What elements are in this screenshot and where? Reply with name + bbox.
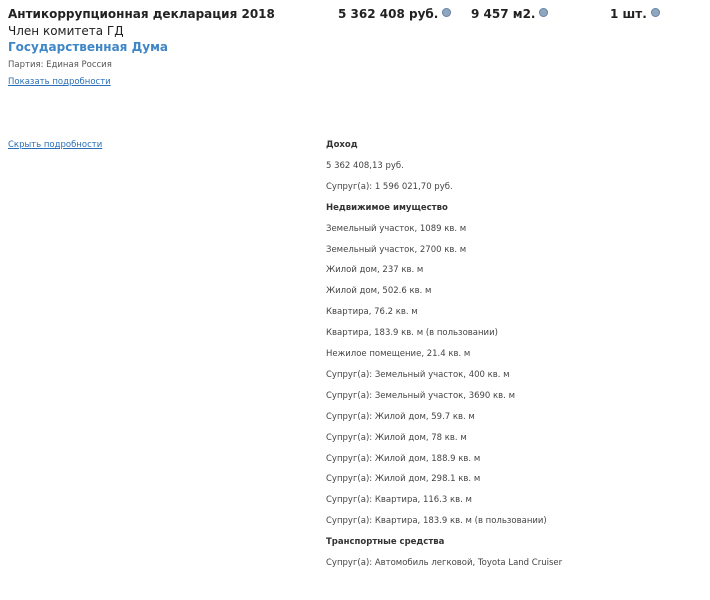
- area-value: 9 457 м2.: [471, 7, 536, 21]
- declaration-title: Антикоррупционная декларация 2018: [8, 7, 275, 21]
- help-icon[interactable]: [442, 8, 452, 17]
- details-section-heading: Транспортные средства: [326, 537, 445, 548]
- vehicles-total: 1 шт.: [610, 7, 660, 21]
- details-item: Супруг(а): Жилой дом, 188.9 кв. м: [326, 453, 481, 464]
- details-section-heading: Доход: [326, 140, 358, 150]
- hide-details-link[interactable]: Скрыть подробности: [8, 140, 102, 150]
- vehicles-value: 1 шт.: [610, 7, 647, 21]
- details-item: Квартира, 183.9 кв. м (в пользовании): [326, 328, 498, 339]
- details-item: Супруг(а): Автомобиль легковой, Toyota L…: [326, 558, 563, 568]
- details-item: Квартира, 76.2 кв. м: [326, 307, 418, 318]
- details-item: Супруг(а): Жилой дом, 59.7 кв. м: [326, 411, 475, 422]
- details-item: Супруг(а): Квартира, 116.3 кв. м: [326, 495, 472, 506]
- details-item: Земельный участок, 2700 кв. м: [326, 244, 467, 255]
- details-item: Супруг(а): Жилой дом, 298.1 кв. м: [326, 474, 481, 485]
- details-item: Земельный участок, 1089 кв. м: [326, 223, 467, 234]
- details-item: Супруг(а): Квартира, 183.9 кв. м (в поль…: [326, 516, 547, 527]
- details-item: Жилой дом, 502.6 кв. м: [326, 286, 432, 297]
- income-value: 5 362 408 руб.: [338, 7, 439, 21]
- details-section-heading: Недвижимое имущество: [326, 202, 448, 213]
- details-item: 5 362 408,13 руб.: [326, 160, 404, 171]
- details-item: Жилой дом, 237 кв. м: [326, 265, 424, 276]
- position-text: Член комитета ГД: [8, 24, 124, 38]
- area-total: 9 457 м2.: [471, 7, 549, 21]
- help-icon[interactable]: [650, 8, 660, 17]
- show-details-link[interactable]: Показать подробности: [8, 77, 111, 87]
- details-item: Супруг(а): Земельный участок, 400 кв. м: [326, 369, 510, 380]
- organization-name[interactable]: Государственная Дума: [8, 40, 168, 54]
- party-text: Партия: Единая Россия: [8, 60, 112, 70]
- details-item: Супруг(а): Земельный участок, 3690 кв. м: [326, 390, 515, 401]
- details-item: Супруг(а): Жилой дом, 78 кв. м: [326, 432, 467, 443]
- income-total: 5 362 408 руб.: [338, 7, 452, 21]
- details-item: Нежилое помещение, 21.4 кв. м: [326, 349, 471, 359]
- details-item: Супруг(а): 1 596 021,70 руб.: [326, 181, 453, 192]
- help-icon[interactable]: [539, 8, 549, 17]
